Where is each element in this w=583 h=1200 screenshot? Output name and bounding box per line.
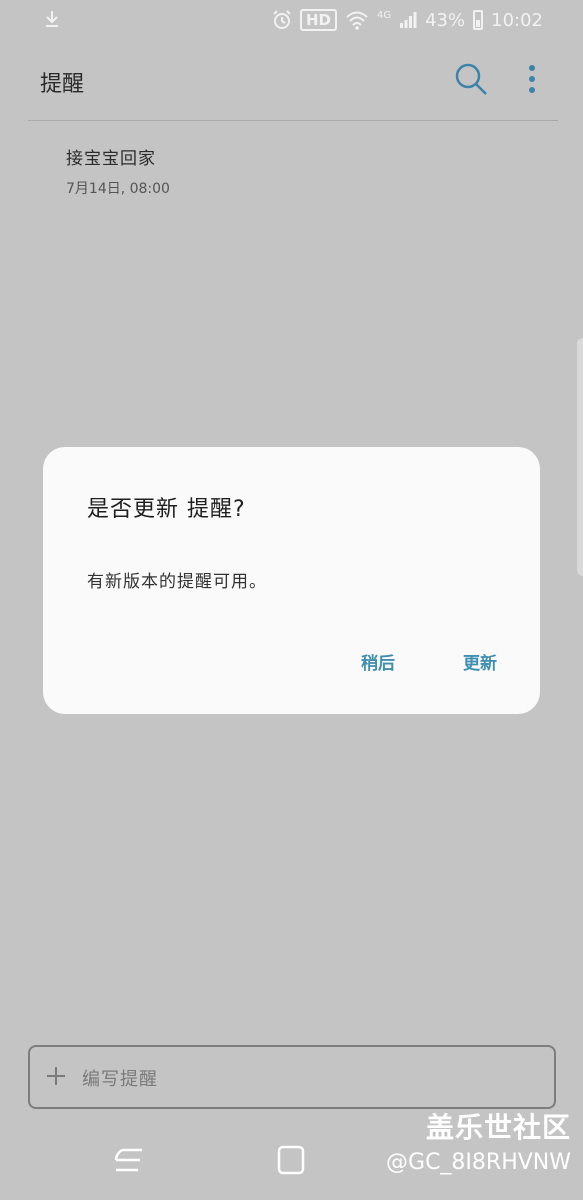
update-button[interactable]: 更新 [463, 649, 497, 674]
reminder-title: 接宝宝回家 [66, 149, 156, 169]
dialog-message: 有新版本的提醒可用。 [87, 572, 267, 592]
watermark-brand: 盖乐世社区 [425, 1111, 571, 1144]
recents-icon[interactable] [112, 1144, 146, 1176]
header-divider [28, 120, 558, 121]
search-icon[interactable] [454, 62, 488, 96]
page-title: 提醒 [40, 72, 85, 97]
compose-placeholder: 编写提醒 [82, 1069, 158, 1090]
network-type: 4G [376, 10, 392, 21]
home-icon[interactable] [276, 1144, 306, 1176]
reminder-datetime: 7月14日, 08:00 [66, 181, 170, 197]
clock: 10:02 [491, 9, 543, 31]
later-button[interactable]: 稍后 [361, 649, 395, 674]
app-header: 提醒 [0, 40, 583, 120]
edge-panel-handle[interactable] [577, 338, 583, 576]
wifi-icon [346, 11, 368, 30]
signal-icon [400, 12, 417, 28]
dialog-title: 是否更新 提醒? [87, 497, 246, 522]
watermark-user: @GC_8I8RHVNW [386, 1150, 571, 1175]
update-dialog: 是否更新 提醒? 有新版本的提醒可用。 稍后 更新 [43, 447, 540, 714]
plus-icon [47, 1067, 65, 1085]
battery-percent: 43% [425, 9, 466, 31]
status-bar: HD 4G 43% 10:02 [0, 0, 583, 40]
alarm-icon [273, 10, 291, 29]
reminder-item[interactable]: 接宝宝回家 7月14日, 08:00 [66, 144, 546, 200]
download-icon [46, 11, 58, 27]
hd-badge: HD [299, 9, 337, 31]
compose-reminder-field[interactable]: 编写提醒 [28, 1045, 556, 1109]
more-options-icon[interactable] [520, 64, 544, 96]
battery-icon [473, 10, 484, 30]
